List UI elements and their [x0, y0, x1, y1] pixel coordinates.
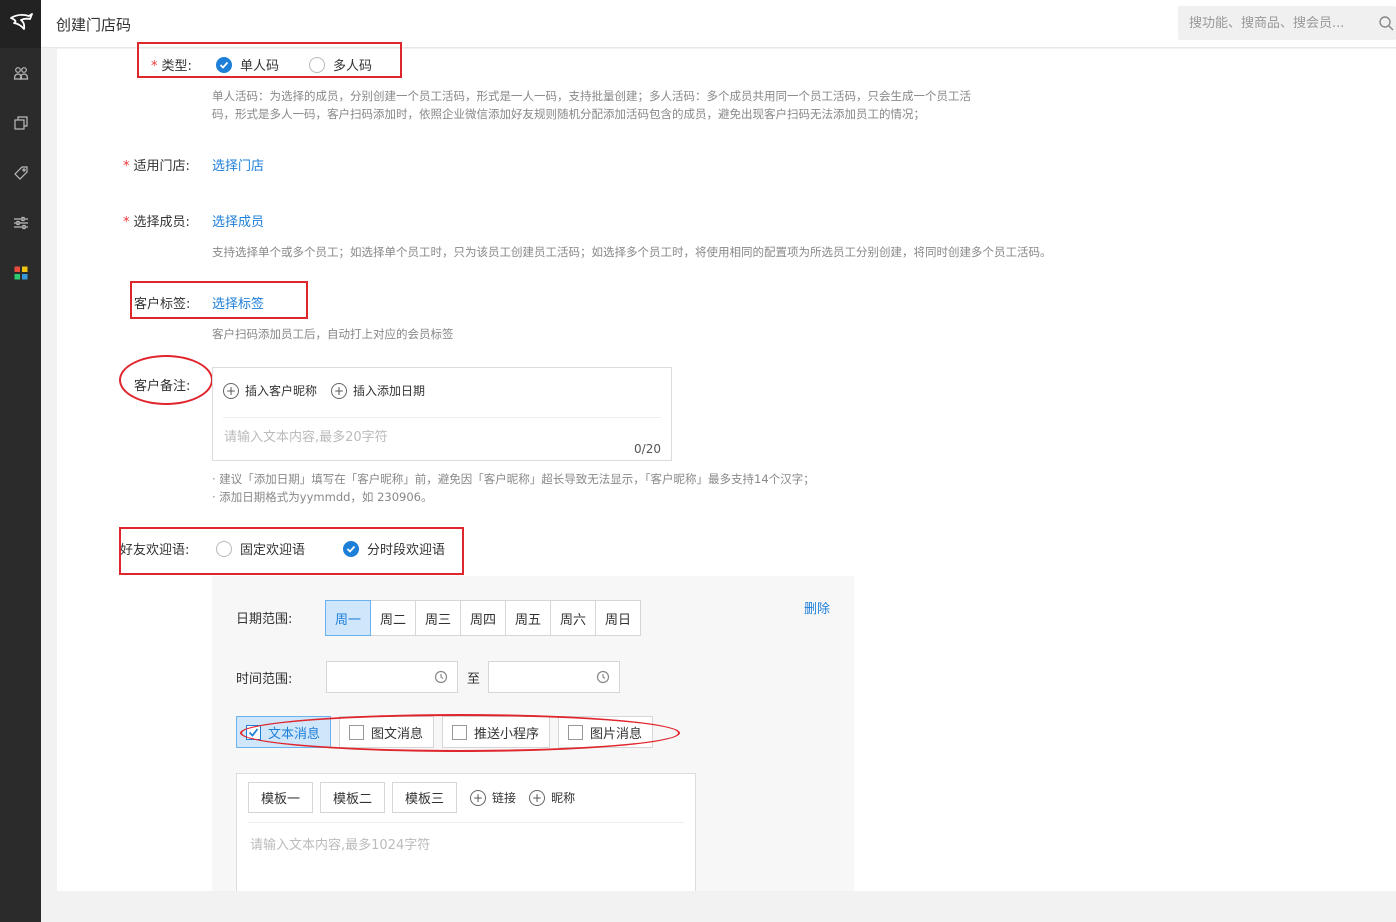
sidebar-item-apps[interactable] [0, 260, 41, 290]
delete-period-link[interactable]: 删除 [804, 598, 830, 617]
remark-char-counter: 0/20 [634, 442, 661, 456]
remark-hint-line2: · 添加日期格式为yymmdd，如 230906。 [212, 490, 433, 504]
sidebar-item-settings[interactable] [0, 210, 41, 240]
logo[interactable] [0, 0, 41, 48]
remark-toolbar: + 插入客户昵称 + 插入添加日期 [223, 382, 425, 399]
insert-nick-button[interactable]: + 昵称 [529, 789, 575, 806]
apps-icon [13, 265, 29, 285]
copy-icon [13, 115, 29, 135]
sidebar-item-customers[interactable] [0, 60, 41, 90]
end-time-input[interactable] [489, 662, 593, 692]
sidebar-item-content[interactable] [0, 110, 41, 140]
store-label: * 适用门店: [123, 159, 190, 174]
template-3-button[interactable]: 模板三 [392, 782, 458, 813]
remark-textarea[interactable] [224, 426, 624, 454]
plus-circle-icon: + [470, 789, 487, 806]
weekday-thu[interactable]: 周四 [460, 600, 506, 636]
annotation-box-welcome [119, 527, 464, 575]
tag-hint: 客户扫码添加员工后，自动打上对应的会员标签 [212, 327, 454, 341]
plus-circle-icon: + [529, 789, 546, 806]
insert-link-button[interactable]: + 链接 [470, 789, 516, 806]
annotation-box-tag [130, 281, 308, 319]
date-range-label: 日期范围: [236, 612, 293, 627]
remark-editor: +插入客户昵称 +插入添加日期 0/20 [212, 367, 672, 461]
member-hint: 支持选择单个或多个员工；如选择单个员工时，只为该员工创建员工活码；如选择多个员工… [212, 245, 1052, 259]
weekday-sat[interactable]: 周六 [550, 600, 596, 636]
sidebar [0, 0, 41, 922]
plus-circle-icon: + [223, 382, 239, 399]
annotation-ellipse-remark [119, 355, 213, 405]
member-label: * 选择成员: [123, 215, 190, 230]
clock-icon [434, 670, 448, 688]
remark-hint-line1: · 建议「添加日期」填写在「客户昵称」前，避免因「客户昵称」超长导致无法显示，「… [212, 472, 815, 486]
weekday-sun[interactable]: 周日 [595, 600, 641, 636]
start-time-picker[interactable] [326, 661, 458, 693]
search-icon[interactable] [1378, 15, 1394, 35]
weekday-mon[interactable]: 周一 [325, 600, 371, 636]
select-store-link[interactable]: 选择门店 [212, 155, 264, 174]
insert-date-button[interactable]: + 插入添加日期 [331, 382, 425, 399]
message-editor: 模板一 模板二 模板三 + 链接 + 昵称 [236, 773, 696, 903]
weekday-selector: 周一 周二 周三 周四 周五 周六 周日 [325, 600, 641, 636]
fish-logo-icon [9, 12, 33, 36]
divider [223, 417, 661, 418]
template-1-button[interactable]: 模板一 [248, 782, 314, 813]
top-bar: 创建门店码 [41, 0, 1396, 48]
plus-circle-icon: + [331, 382, 348, 399]
end-time-picker[interactable] [488, 661, 620, 693]
start-time-input[interactable] [327, 662, 431, 692]
type-hint-line2: 码，形式是多人一码，客户扫码添加时，依照企业微信添加好友规则随机分配添加活码包含… [212, 107, 925, 121]
select-member-link[interactable]: 选择成员 [212, 211, 264, 230]
search-input[interactable] [1178, 6, 1368, 40]
create-store-code-form: * 类型: 单人码 多人码 单人活码：为选择的成员，分别创建一个员工活码，形式是一… [57, 42, 1396, 903]
insert-nickname-button[interactable]: + 插入客户昵称 [223, 382, 317, 399]
annotation-box-type [137, 42, 402, 78]
weekday-tue[interactable]: 周二 [370, 600, 416, 636]
template-2-button[interactable]: 模板二 [320, 782, 386, 813]
sidebar-item-tags[interactable] [0, 160, 41, 190]
time-range-separator: 至 [467, 672, 481, 687]
type-hint-line1: 单人活码：为选择的成员，分别创建一个员工活码，形式是一人一码，支持批量创建；多人… [212, 89, 971, 103]
users-icon [13, 65, 29, 85]
global-search [1178, 6, 1396, 40]
timed-welcome-panel: 日期范围: 周一 周二 周三 周四 周五 周六 周日 删除 时间范围: 至 文本… [212, 576, 854, 903]
time-range-label: 时间范围: [236, 672, 293, 687]
clock-icon [596, 670, 610, 688]
message-textarea[interactable] [250, 834, 670, 884]
weekday-fri[interactable]: 周五 [505, 600, 551, 636]
annotation-ellipse-message-types [240, 714, 680, 752]
weekday-wed[interactable]: 周三 [415, 600, 461, 636]
page-title: 创建门店码 [56, 16, 132, 34]
sliders-icon [13, 215, 29, 235]
tag-icon [13, 165, 29, 185]
divider [248, 822, 684, 823]
template-toolbar: 模板一 模板二 模板三 + 链接 + 昵称 [248, 782, 575, 813]
page-bottom-gutter [41, 891, 1396, 922]
